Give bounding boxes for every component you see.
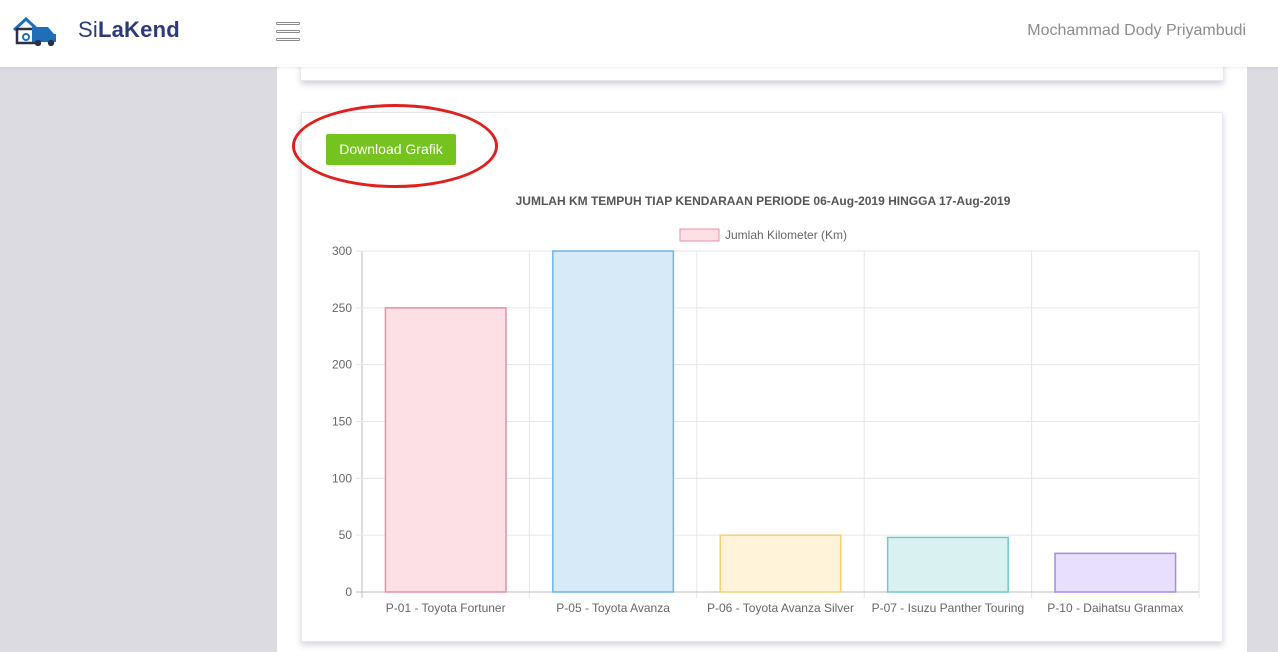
y-tick-label: 150 [332,415,352,429]
bar-5[interactable] [1054,552,1177,593]
y-tick-label: 300 [332,244,352,258]
garage-car-logo-icon [12,16,56,46]
bar-chart: JUMLAH KM TEMPUH TIAP KENDARAAN PERIODE … [332,194,1200,615]
x-tick-label: P-10 - Daihatsu Granmax [1047,601,1183,615]
bar-1[interactable] [384,307,507,593]
menu-toggle-icon[interactable] [276,22,300,42]
bar-4[interactable] [886,536,1009,593]
y-tick-label: 100 [332,471,352,485]
y-tick-label: 200 [332,358,352,372]
x-tick-label: P-07 - Isuzu Panther Touring [872,601,1025,615]
bar-2[interactable] [552,250,675,593]
y-tick-label: 250 [332,301,352,315]
app-brand[interactable]: SiLaKend [78,17,180,43]
legend-swatch [679,228,720,242]
chart-card: Download Grafik JUMLAH KM TEMPUH TIAP KE… [292,104,1223,642]
y-tick-label: 50 [339,528,353,542]
legend-label: Jumlah Kilometer (Km) [725,228,847,242]
x-tick-label: P-06 - Toyota Avanza Silver [707,601,854,615]
y-tick-label: 0 [345,585,352,599]
main-content: Download Grafik JUMLAH KM TEMPUH TIAP KE… [277,57,1247,652]
sidebar [0,67,277,652]
x-tick-label: P-01 - Toyota Fortuner [386,601,506,615]
brand-bold: LaKend [97,17,180,42]
top-navbar: SiLaKend Mochammad Dody Priyambudi [0,0,1278,67]
brand-prefix: Si [78,17,98,42]
x-tick-label: P-05 - Toyota Avanza [556,601,670,615]
bar-3[interactable] [719,534,842,593]
chart-title: JUMLAH KM TEMPUH TIAP KENDARAAN PERIODE … [516,194,1011,208]
user-name[interactable]: Mochammad Dody Priyambudi [1027,22,1246,40]
